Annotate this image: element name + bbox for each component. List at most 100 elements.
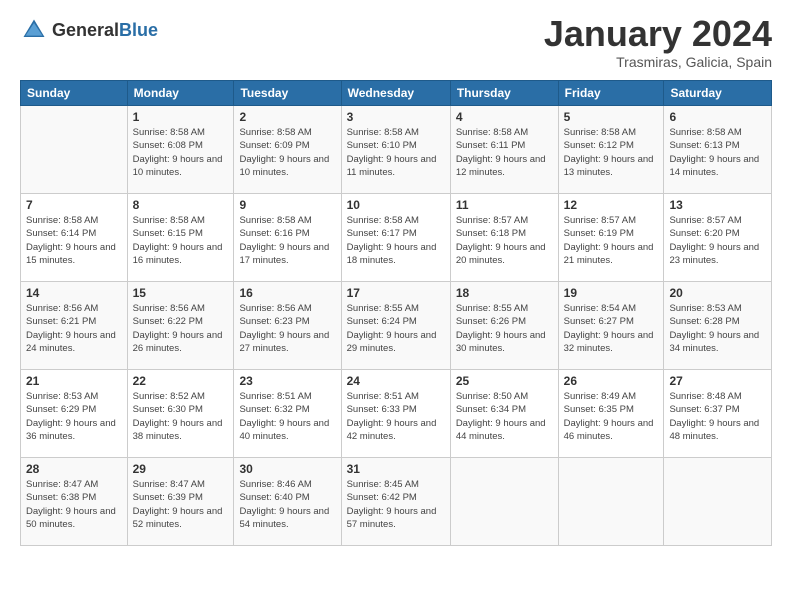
col-header-friday: Friday <box>558 81 664 106</box>
day-cell: 7 Sunrise: 8:58 AMSunset: 6:14 PMDaylight… <box>21 194 128 282</box>
col-header-wednesday: Wednesday <box>341 81 450 106</box>
week-row-4: 21 Sunrise: 8:53 AMSunset: 6:29 PMDayligh… <box>21 370 772 458</box>
day-number: 26 <box>564 374 659 388</box>
day-cell: 23 Sunrise: 8:51 AMSunset: 6:32 PMDayligh… <box>234 370 341 458</box>
day-cell: 30Sunrise: 8:46 AMSunset: 6:40 PMDayligh… <box>234 458 341 546</box>
col-header-saturday: Saturday <box>664 81 772 106</box>
col-header-monday: Monday <box>127 81 234 106</box>
logo-icon <box>20 16 48 44</box>
day-cell: 9Sunrise: 8:58 AMSunset: 6:16 PMDaylight… <box>234 194 341 282</box>
day-info: Sunrise: 8:58 AMSunset: 6:14 PMDaylight:… <box>26 214 122 267</box>
day-number: 31 <box>347 462 445 476</box>
day-number: 10 <box>347 198 445 212</box>
day-cell: 21 Sunrise: 8:53 AMSunset: 6:29 PMDayligh… <box>21 370 128 458</box>
day-info: Sunrise: 8:55 AMSunset: 6:24 PMDaylight:… <box>347 302 445 355</box>
day-info: Sunrise: 8:57 AMSunset: 6:18 PMDaylight:… <box>456 214 553 267</box>
day-info: Sunrise: 8:53 AMSunset: 6:29 PMDaylight:… <box>26 390 122 443</box>
day-cell <box>450 458 558 546</box>
day-info: Sunrise: 8:58 AMSunset: 6:16 PMDaylight:… <box>239 214 335 267</box>
day-cell: 26 Sunrise: 8:49 AMSunset: 6:35 PMDayligh… <box>558 370 664 458</box>
day-cell: 25Sunrise: 8:50 AMSunset: 6:34 PMDayligh… <box>450 370 558 458</box>
day-info: Sunrise: 8:49 AMSunset: 6:35 PMDaylight:… <box>564 390 659 443</box>
day-info: Sunrise: 8:47 AMSunset: 6:39 PMDaylight:… <box>133 478 229 531</box>
day-cell: 27Sunrise: 8:48 AMSunset: 6:37 PMDayligh… <box>664 370 772 458</box>
day-cell: 31Sunrise: 8:45 AMSunset: 6:42 PMDayligh… <box>341 458 450 546</box>
day-number: 13 <box>669 198 766 212</box>
day-number: 6 <box>669 110 766 124</box>
day-number: 3 <box>347 110 445 124</box>
day-number: 28 <box>26 462 122 476</box>
day-cell: 4 Sunrise: 8:58 AMSunset: 6:11 PMDaylight… <box>450 106 558 194</box>
day-info: Sunrise: 8:50 AMSunset: 6:34 PMDaylight:… <box>456 390 553 443</box>
day-number: 18 <box>456 286 553 300</box>
page: GeneralBlue January 2024 Trasmiras, Gali… <box>0 0 792 612</box>
day-cell: 15 Sunrise: 8:56 AMSunset: 6:22 PMDayligh… <box>127 282 234 370</box>
header: GeneralBlue January 2024 Trasmiras, Gali… <box>20 16 772 70</box>
day-cell: 19 Sunrise: 8:54 AMSunset: 6:27 PMDayligh… <box>558 282 664 370</box>
day-cell: 8Sunrise: 8:58 AMSunset: 6:15 PMDaylight… <box>127 194 234 282</box>
day-info: Sunrise: 8:58 AMSunset: 6:08 PMDaylight:… <box>133 126 229 179</box>
day-info: Sunrise: 8:47 AMSunset: 6:38 PMDaylight:… <box>26 478 122 531</box>
day-number: 8 <box>133 198 229 212</box>
day-info: Sunrise: 8:54 AMSunset: 6:27 PMDaylight:… <box>564 302 659 355</box>
day-info: Sunrise: 8:58 AMSunset: 6:09 PMDaylight:… <box>239 126 335 179</box>
day-number: 15 <box>133 286 229 300</box>
week-row-2: 7 Sunrise: 8:58 AMSunset: 6:14 PMDaylight… <box>21 194 772 282</box>
day-info: Sunrise: 8:57 AMSunset: 6:20 PMDaylight:… <box>669 214 766 267</box>
day-cell: 24Sunrise: 8:51 AMSunset: 6:33 PMDayligh… <box>341 370 450 458</box>
day-cell: 18Sunrise: 8:55 AMSunset: 6:26 PMDayligh… <box>450 282 558 370</box>
day-number: 19 <box>564 286 659 300</box>
day-cell: 13 Sunrise: 8:57 AMSunset: 6:20 PMDayligh… <box>664 194 772 282</box>
day-number: 24 <box>347 374 445 388</box>
day-info: Sunrise: 8:56 AMSunset: 6:23 PMDaylight:… <box>239 302 335 355</box>
day-number: 12 <box>564 198 659 212</box>
day-cell: 28 Sunrise: 8:47 AMSunset: 6:38 PMDayligh… <box>21 458 128 546</box>
week-row-5: 28 Sunrise: 8:47 AMSunset: 6:38 PMDayligh… <box>21 458 772 546</box>
day-cell: 12 Sunrise: 8:57 AMSunset: 6:19 PMDayligh… <box>558 194 664 282</box>
day-number: 23 <box>239 374 335 388</box>
day-number: 17 <box>347 286 445 300</box>
calendar: SundayMondayTuesdayWednesdayThursdayFrid… <box>20 80 772 546</box>
day-info: Sunrise: 8:56 AMSunset: 6:21 PMDaylight:… <box>26 302 122 355</box>
day-cell: 1 Sunrise: 8:58 AMSunset: 6:08 PMDaylight… <box>127 106 234 194</box>
day-number: 7 <box>26 198 122 212</box>
col-header-tuesday: Tuesday <box>234 81 341 106</box>
day-cell: 29 Sunrise: 8:47 AMSunset: 6:39 PMDayligh… <box>127 458 234 546</box>
day-number: 5 <box>564 110 659 124</box>
week-row-3: 14 Sunrise: 8:56 AMSunset: 6:21 PMDayligh… <box>21 282 772 370</box>
day-cell: 17 Sunrise: 8:55 AMSunset: 6:24 PMDayligh… <box>341 282 450 370</box>
day-info: Sunrise: 8:58 AMSunset: 6:12 PMDaylight:… <box>564 126 659 179</box>
logo: GeneralBlue <box>20 16 158 44</box>
day-number: 4 <box>456 110 553 124</box>
day-cell: 22 Sunrise: 8:52 AMSunset: 6:30 PMDayligh… <box>127 370 234 458</box>
day-info: Sunrise: 8:51 AMSunset: 6:32 PMDaylight:… <box>239 390 335 443</box>
day-number: 20 <box>669 286 766 300</box>
day-info: Sunrise: 8:58 AMSunset: 6:11 PMDaylight:… <box>456 126 553 179</box>
logo-text-blue: Blue <box>119 20 158 40</box>
location: Trasmiras, Galicia, Spain <box>544 54 772 70</box>
day-cell: 3Sunrise: 8:58 AMSunset: 6:10 PMDaylight… <box>341 106 450 194</box>
day-number: 29 <box>133 462 229 476</box>
day-info: Sunrise: 8:46 AMSunset: 6:40 PMDaylight:… <box>239 478 335 531</box>
day-info: Sunrise: 8:52 AMSunset: 6:30 PMDaylight:… <box>133 390 229 443</box>
day-info: Sunrise: 8:58 AMSunset: 6:13 PMDaylight:… <box>669 126 766 179</box>
day-cell <box>664 458 772 546</box>
month-title: January 2024 <box>544 16 772 52</box>
day-cell <box>21 106 128 194</box>
day-number: 2 <box>239 110 335 124</box>
day-info: Sunrise: 8:57 AMSunset: 6:19 PMDaylight:… <box>564 214 659 267</box>
day-number: 21 <box>26 374 122 388</box>
day-info: Sunrise: 8:56 AMSunset: 6:22 PMDaylight:… <box>133 302 229 355</box>
day-number: 1 <box>133 110 229 124</box>
day-cell: 2 Sunrise: 8:58 AMSunset: 6:09 PMDaylight… <box>234 106 341 194</box>
day-cell: 5 Sunrise: 8:58 AMSunset: 6:12 PMDaylight… <box>558 106 664 194</box>
col-header-sunday: Sunday <box>21 81 128 106</box>
title-area: January 2024 Trasmiras, Galicia, Spain <box>544 16 772 70</box>
day-number: 22 <box>133 374 229 388</box>
day-cell <box>558 458 664 546</box>
day-number: 14 <box>26 286 122 300</box>
day-info: Sunrise: 8:53 AMSunset: 6:28 PMDaylight:… <box>669 302 766 355</box>
day-info: Sunrise: 8:58 AMSunset: 6:17 PMDaylight:… <box>347 214 445 267</box>
day-info: Sunrise: 8:48 AMSunset: 6:37 PMDaylight:… <box>669 390 766 443</box>
day-cell: 14 Sunrise: 8:56 AMSunset: 6:21 PMDayligh… <box>21 282 128 370</box>
